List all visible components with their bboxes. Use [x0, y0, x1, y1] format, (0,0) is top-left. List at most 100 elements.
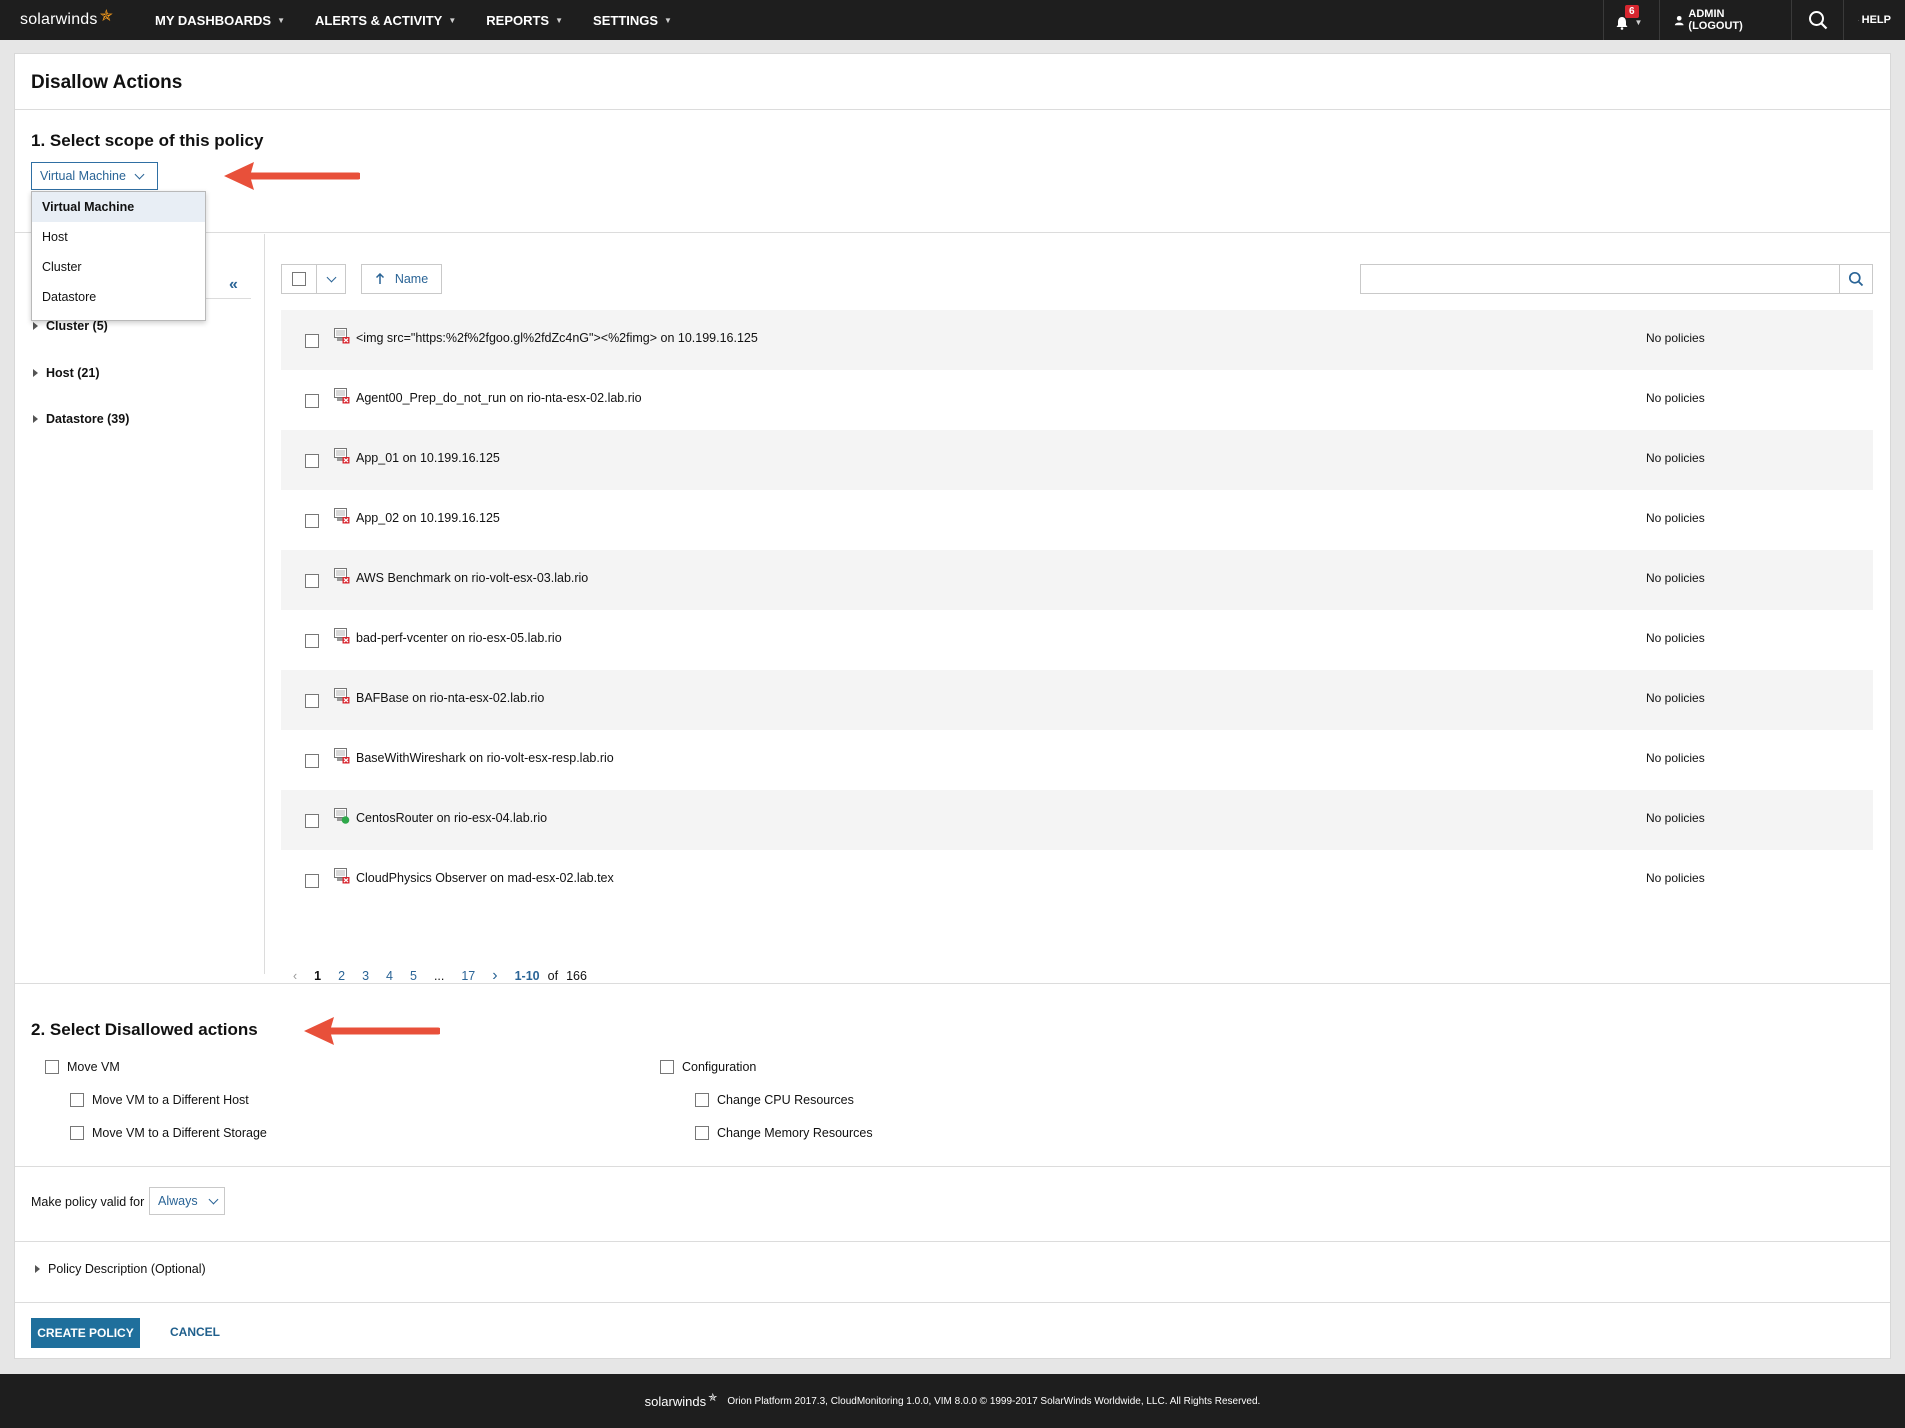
help-label: HELP	[1861, 14, 1891, 26]
row-checkbox[interactable]	[305, 754, 319, 768]
change-cpu-checkbox[interactable]: Change CPU Resources	[695, 1093, 854, 1107]
caret-down-icon: ▼	[664, 15, 672, 25]
scope-option-datastore[interactable]: Datastore	[32, 282, 205, 312]
solarwinds-logo[interactable]: solarwinds ✯	[0, 8, 140, 29]
grid-search-input[interactable]	[1360, 264, 1840, 294]
caret-down-icon: ▼	[555, 15, 564, 25]
caret-down-icon: ▼	[277, 15, 285, 25]
page-link[interactable]: 5	[410, 969, 417, 983]
vm-policies: No policies	[1646, 331, 1705, 345]
table-row[interactable]: CloudPhysics Observer on mad-esx-02.lab.…	[281, 850, 1873, 910]
validity-select[interactable]: Always	[149, 1187, 225, 1215]
move-vm-checkbox[interactable]: Move VM	[45, 1060, 120, 1074]
collapse-panel-icon[interactable]: «	[229, 276, 238, 294]
change-memory-checkbox[interactable]: Change Memory Resources	[695, 1126, 873, 1140]
table-row[interactable]: Agent00_Prep_do_not_run on rio-nta-esx-0…	[281, 370, 1873, 430]
scope-option-cluster[interactable]: Cluster	[32, 252, 205, 282]
top-navigation-bar: solarwinds ✯ MY DASHBOARDS ▼ ALERTS & ACT…	[0, 0, 1905, 40]
page-link[interactable]: 17	[461, 969, 475, 983]
nav-reports[interactable]: REPORTS ▼	[471, 13, 578, 28]
divider	[15, 1241, 1890, 1242]
table-row[interactable]: <img src="https:%2f%2fgoo.gl%2fdZc4nG"><…	[281, 310, 1873, 370]
footer: solarwinds ✯ Orion Platform 2017.3, Clou…	[0, 1374, 1905, 1428]
move-vm-host-checkbox[interactable]: Move VM to a Different Host	[70, 1093, 249, 1107]
vm-name: BaseWithWireshark on rio-volt-esx-resp.l…	[356, 751, 614, 765]
page-link[interactable]: 4	[386, 969, 393, 983]
row-checkbox[interactable]	[305, 454, 319, 468]
caret-down-icon: ▼	[448, 15, 457, 25]
table-row[interactable]: CentosRouter on rio-esx-04.lab.rio No pol…	[281, 790, 1873, 850]
configuration-checkbox[interactable]: Configuration	[660, 1060, 756, 1074]
tree-item-cluster[interactable]: Cluster (5)	[33, 319, 108, 333]
divider	[15, 983, 1890, 984]
cancel-button[interactable]: CANCEL	[170, 1325, 220, 1339]
select-options-dropdown[interactable]	[316, 264, 346, 294]
vm-policies: No policies	[1646, 631, 1705, 645]
vm-icon	[334, 628, 350, 644]
scope-option-virtual-machine[interactable]: Virtual Machine	[32, 192, 205, 222]
vm-icon	[334, 568, 350, 584]
row-checkbox[interactable]	[305, 574, 319, 588]
table-row[interactable]: BAFBase on rio-nta-esx-02.lab.rio No poli…	[281, 670, 1873, 730]
page-link[interactable]: 2	[338, 969, 345, 983]
divider	[15, 1166, 1890, 1167]
sort-by-name-button[interactable]: Name	[361, 264, 442, 294]
table-row[interactable]: BaseWithWireshark on rio-volt-esx-resp.l…	[281, 730, 1873, 790]
checkbox	[45, 1060, 59, 1074]
table-row[interactable]: App_01 on 10.199.16.125 No policies	[281, 430, 1873, 490]
prev-page-icon[interactable]: ‹	[293, 969, 297, 983]
nav-alerts-activity[interactable]: ALERTS & ACTIVITY ▼	[300, 13, 471, 28]
table-row[interactable]: AWS Benchmark on rio-volt-esx-03.lab.rio…	[281, 550, 1873, 610]
vm-policies: No policies	[1646, 391, 1705, 405]
vm-icon	[334, 868, 350, 884]
search-icon	[1808, 11, 1827, 30]
move-vm-storage-checkbox[interactable]: Move VM to a Different Storage	[70, 1126, 267, 1140]
vm-name: Agent00_Prep_do_not_run on rio-nta-esx-0…	[356, 391, 642, 405]
row-checkbox[interactable]	[305, 694, 319, 708]
caret-down-icon: ▼	[1634, 17, 1643, 27]
action-label: Change CPU Resources	[717, 1093, 854, 1107]
page-link[interactable]: 3	[362, 969, 369, 983]
notifications-button[interactable]: 6 ▼	[1603, 0, 1659, 40]
global-search-button[interactable]	[1791, 0, 1843, 40]
page-total: 166	[566, 969, 587, 983]
page-link[interactable]: 1	[314, 969, 321, 983]
action-label: Move VM to a Different Storage	[92, 1126, 267, 1140]
vm-policies: No policies	[1646, 751, 1705, 765]
row-checkbox[interactable]	[305, 394, 319, 408]
section-scope-title: 1. Select scope of this policy	[31, 131, 264, 150]
nav-item-label: MY DASHBOARDS	[155, 12, 272, 28]
expand-triangle-icon	[35, 1265, 40, 1273]
vm-policies: No policies	[1646, 871, 1705, 885]
nav-item-label: SETTINGS	[593, 12, 659, 28]
vm-icon	[334, 388, 350, 404]
grid-search-button[interactable]	[1839, 264, 1873, 294]
chevron-down-icon	[134, 169, 145, 179]
help-link[interactable]: ? HELP	[1843, 0, 1905, 40]
row-checkbox[interactable]	[305, 814, 319, 828]
notification-count-badge: 6	[1625, 5, 1639, 18]
tree-item-datastore[interactable]: Datastore (39)	[33, 412, 129, 426]
tree-item-label: Cluster (5)	[46, 319, 108, 333]
row-checkbox[interactable]	[305, 514, 319, 528]
select-all-checkbox[interactable]	[281, 264, 317, 294]
row-checkbox[interactable]	[305, 874, 319, 888]
row-checkbox[interactable]	[305, 634, 319, 648]
tree-item-host[interactable]: Host (21)	[33, 366, 99, 380]
footer-logo: solarwinds	[644, 1393, 707, 1409]
table-row[interactable]: App_02 on 10.199.16.125 No policies	[281, 490, 1873, 550]
admin-logout-link[interactable]: ADMIN (LOGOUT)	[1659, 0, 1791, 40]
create-policy-button[interactable]: CREATE POLICY	[31, 1318, 140, 1348]
vm-name: CloudPhysics Observer on mad-esx-02.lab.…	[356, 871, 614, 885]
help-icon: ?	[1858, 19, 1859, 21]
scope-option-host[interactable]: Host	[32, 222, 205, 252]
scope-select[interactable]: Virtual Machine	[31, 162, 158, 190]
expand-triangle-icon	[33, 369, 38, 377]
table-row[interactable]: bad-perf-vcenter on rio-esx-05.lab.rio No…	[281, 610, 1873, 670]
nav-settings[interactable]: SETTINGS ▼	[578, 13, 687, 28]
page-of: of	[547, 969, 559, 983]
nav-my-dashboards[interactable]: MY DASHBOARDS ▼	[140, 13, 300, 28]
policy-description-toggle[interactable]: Policy Description (Optional)	[35, 1262, 206, 1276]
vm-list: <img src="https:%2f%2fgoo.gl%2fdZc4nG"><…	[281, 310, 1873, 910]
row-checkbox[interactable]	[305, 334, 319, 348]
